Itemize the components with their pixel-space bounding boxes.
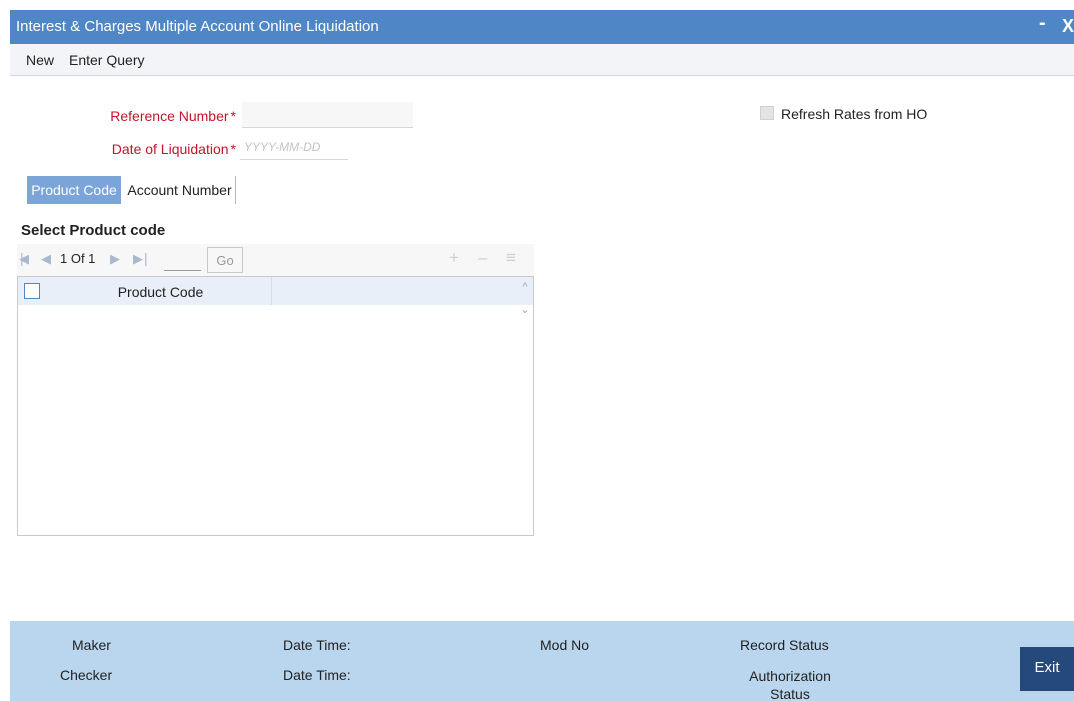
- grid-header: Product Code: [18, 277, 533, 305]
- scroll-down-icon[interactable]: ⌄: [518, 303, 532, 316]
- go-button[interactable]: Go: [207, 247, 243, 273]
- product-code-column-header[interactable]: Product Code: [50, 277, 272, 305]
- tab-account-number[interactable]: Account Number: [124, 176, 236, 204]
- product-code-grid: Product Code ^ ⌄: [17, 276, 534, 536]
- minus-icon[interactable]: –: [478, 248, 487, 268]
- exit-button[interactable]: Exit: [1020, 647, 1074, 691]
- minimize-icon[interactable]: -: [1039, 12, 1046, 35]
- window-title-bar: Interest & Charges Multiple Account Onli…: [10, 10, 1074, 44]
- select-all-checkbox[interactable]: [24, 283, 40, 299]
- reference-number-label-text: Reference Number: [110, 108, 229, 124]
- prev-page-icon[interactable]: ◀: [41, 251, 51, 267]
- date-of-liquidation-label: Date of Liquidation *: [100, 141, 236, 157]
- select-product-code-title: Select Product code: [21, 222, 166, 239]
- page-indicator: 1 Of 1: [60, 251, 96, 266]
- maker-datetime-label: Date Time:: [283, 637, 351, 653]
- maker-label: Maker: [72, 637, 111, 653]
- scroll-up-icon[interactable]: ^: [518, 281, 532, 293]
- menu-bar: New Enter Query: [10, 44, 1074, 76]
- first-page-bar-icon: |: [20, 250, 24, 266]
- date-of-liquidation-label-text: Date of Liquidation: [111, 141, 229, 157]
- required-marker: *: [230, 141, 236, 157]
- tab-product-code[interactable]: Product Code: [27, 176, 121, 204]
- authorization-status-label: Authorization Status: [749, 668, 831, 701]
- checker-datetime-label: Date Time:: [283, 667, 351, 683]
- window-title: Interest & Charges Multiple Account Onli…: [16, 18, 379, 35]
- close-icon[interactable]: X: [1062, 16, 1074, 37]
- refresh-rates-label: Refresh Rates from HO: [781, 106, 928, 122]
- date-of-liquidation-input[interactable]: [240, 134, 348, 160]
- next-page-icon[interactable]: ▶: [110, 251, 120, 267]
- grid-pager: ◀​ | ◀ 1 Of 1 ▶ ▶ | Go + – ≡: [17, 244, 534, 276]
- new-menu-item[interactable]: New: [26, 52, 54, 68]
- record-status-label: Record Status: [740, 637, 829, 653]
- list-icon[interactable]: ≡: [506, 248, 516, 268]
- reference-number-input[interactable]: [242, 102, 413, 128]
- enter-query-menu-item[interactable]: Enter Query: [69, 52, 144, 68]
- required-marker: *: [230, 108, 236, 124]
- mod-no-label: Mod No: [540, 637, 590, 653]
- audit-footer: Maker Checker Date Time: Date Time: Mod …: [10, 621, 1074, 701]
- last-page-icon[interactable]: ▶: [133, 251, 143, 267]
- last-page-bar-icon: |: [144, 250, 148, 266]
- checker-label: Checker: [60, 667, 113, 683]
- reference-number-label: Reference Number *: [100, 108, 236, 124]
- page-number-input[interactable]: [164, 249, 201, 271]
- refresh-rates-checkbox[interactable]: [760, 106, 774, 120]
- top-strip: [0, 0, 1074, 10]
- plus-icon[interactable]: +: [449, 248, 459, 268]
